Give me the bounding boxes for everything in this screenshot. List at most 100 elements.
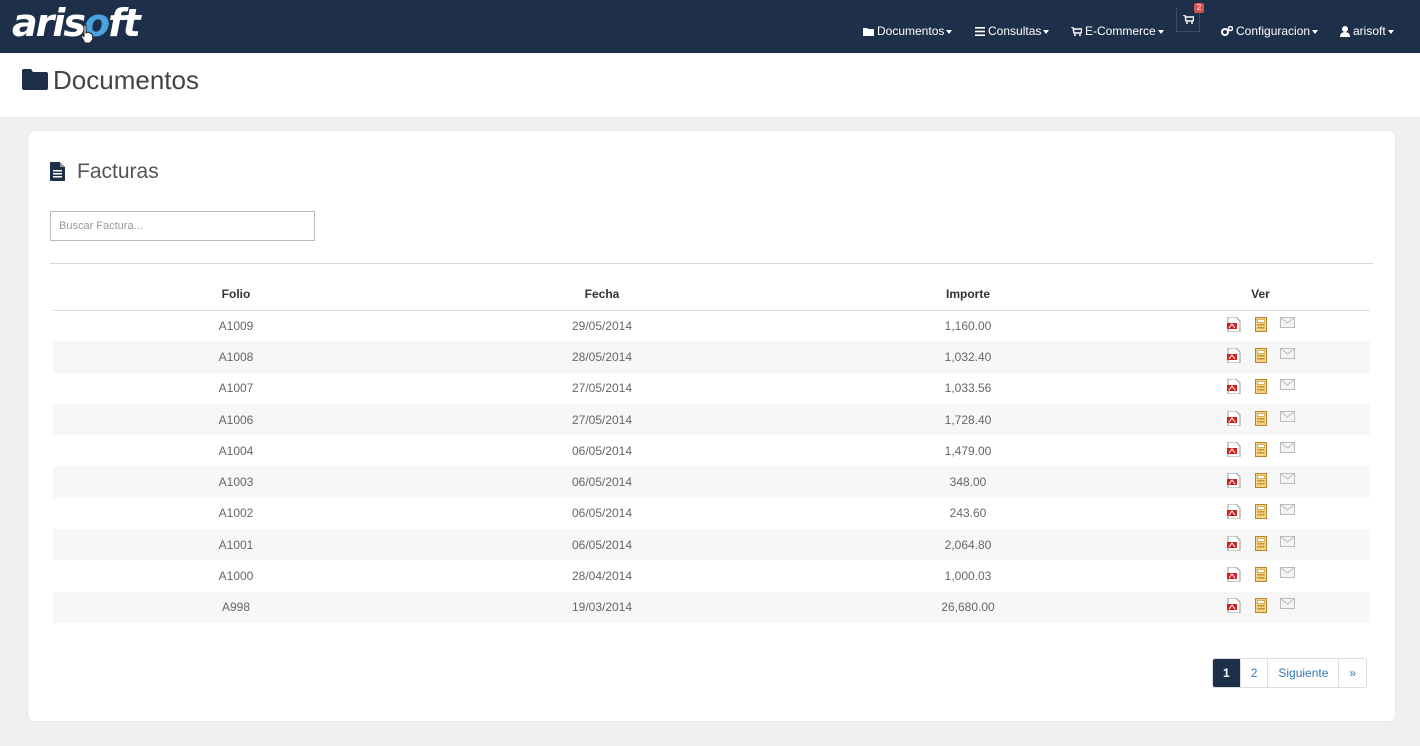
xml-icon[interactable] [1253, 504, 1268, 520]
ver-cell [1151, 591, 1370, 623]
email-icon[interactable] [1280, 347, 1295, 363]
table-row[interactable]: A1000 28/04/2014 1,000.03 [53, 560, 1370, 591]
fecha-cell: 19/03/2014 [419, 591, 785, 623]
search-input[interactable] [50, 211, 315, 241]
table-row[interactable]: A1004 06/05/2014 1,479.00 [53, 435, 1370, 466]
row-actions [1226, 535, 1295, 552]
email-icon[interactable] [1280, 379, 1295, 394]
chevron-down-icon [1387, 30, 1394, 34]
arisoft-logo[interactable]: arisoft [12, 1, 141, 45]
xml-icon[interactable] [1253, 379, 1268, 395]
xml-icon[interactable] [1253, 441, 1268, 457]
importe-cell: 1,479.00 [944, 443, 992, 458]
table-row[interactable]: A1003 06/05/2014 348.00 [53, 466, 1370, 498]
nav-ecommerce[interactable]: E-Commerce [1071, 22, 1164, 40]
table-row[interactable]: A1007 27/05/2014 1,033.56 [53, 373, 1370, 404]
page-title: Documentos [53, 65, 199, 95]
list-icon [975, 26, 985, 36]
xml-icon[interactable] [1253, 567, 1268, 583]
nav-configuracion[interactable]: Configuracion [1221, 22, 1319, 40]
table-row[interactable]: A1009 29/05/2014 1,160.00 [53, 310, 1370, 341]
pdf-icon[interactable] [1226, 566, 1241, 583]
divider [50, 263, 1373, 264]
chevron-down-icon [1043, 30, 1050, 34]
folio-cell: A1003 [53, 466, 419, 498]
folio-cell: A1001 [53, 529, 419, 561]
pagination: 1 2 Siguiente » [1212, 658, 1368, 688]
nav-user-label: arisoft [1353, 24, 1386, 38]
xml-icon[interactable] [1253, 347, 1268, 363]
table-row[interactable]: A1008 28/05/2014 1,032.40 [53, 341, 1370, 373]
email-icon[interactable] [1280, 567, 1295, 582]
pdf-icon[interactable] [1226, 316, 1241, 333]
email-icon[interactable] [1280, 441, 1295, 457]
pdf-icon[interactable] [1226, 597, 1241, 614]
nav-documentos[interactable]: Documentos [863, 22, 953, 40]
chevron-down-icon [946, 30, 953, 34]
nav-documentos-label: Documentos [877, 24, 945, 38]
email-icon[interactable] [1280, 410, 1295, 426]
pdf-icon[interactable] [1226, 503, 1241, 520]
facturas-panel: Facturas Folio Fecha Importe Ver A1009 29… [28, 131, 1395, 721]
ver-cell [1151, 435, 1370, 466]
pdf-icon[interactable] [1226, 378, 1241, 395]
next-page-button[interactable]: Siguiente [1267, 659, 1339, 687]
xml-icon[interactable] [1253, 410, 1268, 426]
fecha-cell: 27/05/2014 [419, 403, 785, 436]
row-actions [1226, 503, 1295, 520]
nav-consultas[interactable]: Consultas [975, 22, 1050, 40]
nav-configuracion-label: Configuracion [1236, 24, 1311, 38]
pdf-icon[interactable] [1226, 441, 1241, 458]
email-icon[interactable] [1280, 535, 1295, 551]
file-text-icon [50, 162, 65, 181]
importe-cell: 2,064.80 [785, 529, 1151, 561]
pdf-icon[interactable] [1226, 535, 1241, 552]
importe-cell: 1,728.40 [785, 403, 1151, 436]
email-icon[interactable] [1280, 504, 1295, 519]
xml-icon[interactable] [1253, 316, 1268, 332]
fecha-cell: 28/05/2014 [419, 341, 785, 373]
last-page-button[interactable]: » [1338, 659, 1367, 687]
importe-cell: 1,160.00 [944, 318, 992, 333]
ver-cell [1151, 560, 1370, 591]
row-actions [1226, 316, 1295, 333]
ver-cell [1151, 529, 1370, 561]
importe-cell: 1,032.40 [785, 341, 1151, 373]
ver-cell [1151, 403, 1370, 436]
xml-icon[interactable] [1253, 535, 1268, 551]
pdf-icon[interactable] [1226, 472, 1241, 489]
table-row[interactable]: A1006 27/05/2014 1,728.40 [53, 403, 1370, 436]
row-actions [1226, 472, 1295, 489]
invoices-table: Folio Fecha Importe Ver A1009 29/05/2014 1… [53, 279, 1370, 623]
row-actions [1226, 597, 1295, 614]
table-row[interactable]: A1002 06/05/2014 243.60 [53, 498, 1370, 529]
column-header-importe[interactable]: Importe [785, 279, 1151, 311]
importe-cell: 1,033.56 [944, 381, 992, 396]
section-title: Facturas [77, 160, 159, 183]
chevron-down-icon [1157, 30, 1164, 34]
email-icon[interactable] [1280, 473, 1295, 488]
xml-icon[interactable] [1253, 473, 1268, 489]
cart-icon [1183, 15, 1194, 24]
page-1-button[interactable]: 1 [1213, 659, 1240, 687]
pdf-icon[interactable] [1226, 410, 1241, 427]
ver-cell [1151, 373, 1370, 404]
table-row[interactable]: A1001 06/05/2014 2,064.80 [53, 529, 1370, 561]
user-icon [1340, 25, 1350, 37]
email-icon[interactable] [1280, 598, 1295, 613]
email-icon[interactable] [1280, 316, 1295, 332]
fecha-cell: 06/05/2014 [419, 466, 785, 498]
row-actions [1226, 566, 1295, 583]
pdf-icon[interactable] [1226, 347, 1241, 364]
xml-icon[interactable] [1253, 598, 1268, 614]
fecha-cell: 27/05/2014 [571, 381, 633, 396]
column-header-folio[interactable]: Folio [53, 279, 419, 311]
fecha-cell: 06/05/2014 [571, 506, 633, 521]
ver-cell [1151, 341, 1370, 373]
page-2-button[interactable]: 2 [1239, 659, 1268, 687]
top-navbar: arisoft Documentos Consultas E-Commerce … [0, 0, 1420, 53]
column-header-fecha[interactable]: Fecha [419, 279, 785, 311]
cart-count-badge: 2 [1194, 3, 1204, 13]
nav-user-menu[interactable]: arisoft [1340, 22, 1394, 40]
table-row[interactable]: A998 19/03/2014 26,680.00 [53, 591, 1370, 623]
